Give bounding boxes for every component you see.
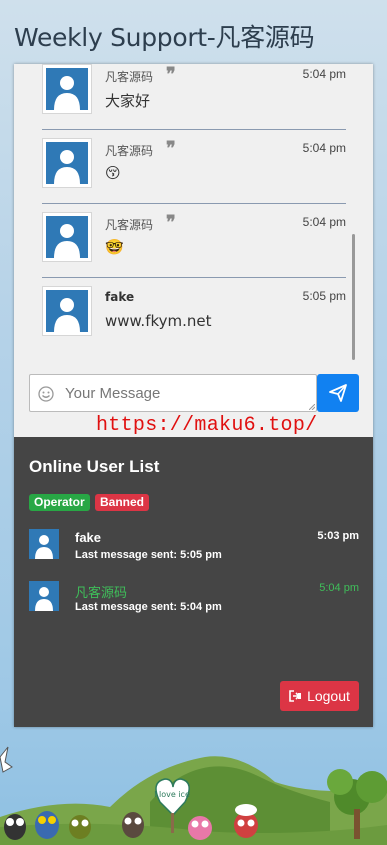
avatar (42, 138, 92, 188)
operator-badge: Operator (29, 494, 90, 511)
message-author: 凡客源码 (105, 218, 154, 232)
message-item: 凡客源码 ❞ 5:04 pm 😚 (42, 138, 346, 206)
message-item: 凡客源码 ❞ 5:04 pm 大家好 (42, 64, 346, 132)
online-user-panel: Online User List Operator Banned fake La… (14, 437, 373, 727)
online-list-title: Online User List (29, 457, 160, 476)
owl-mascot-icon (69, 815, 91, 839)
user-avatar-icon (46, 216, 88, 258)
user-avatar-icon (46, 68, 88, 110)
online-user-last-message: Last message sent: 5:04 pm (75, 601, 222, 613)
page-title: Weekly Support-凡客源码 (14, 23, 315, 52)
message-time: 5:04 pm (302, 215, 346, 229)
online-user-item[interactable]: fake Last message sent: 5:05 pm 5:03 pm (29, 529, 359, 565)
chat-panel: 凡客源码 ❞ 5:04 pm 大家好 凡客源码 ❞ 5:04 pm 😚 凡客源码… (14, 64, 373, 727)
message-text: 大家好 (105, 92, 151, 110)
message-time: 5:04 pm (302, 67, 346, 81)
send-button[interactable] (317, 374, 359, 412)
user-avatar-icon (29, 581, 59, 611)
owl-mascot-icon (35, 811, 59, 839)
owl-mascot-icon (4, 814, 26, 840)
watermark-url: https://maku6.top/ (96, 414, 318, 437)
smiley-icon[interactable] (38, 386, 54, 402)
message-item: fake 5:05 pm www.fkym.net (42, 286, 346, 354)
message-text: www.fkym.net (105, 312, 212, 330)
quote-icon[interactable]: ❞ (166, 65, 176, 83)
divider (42, 277, 346, 278)
online-user-time: 5:03 pm (317, 530, 359, 542)
owl-mascot-icon (122, 812, 144, 838)
banned-badge: Banned (95, 494, 150, 511)
avatar (42, 286, 92, 336)
online-user-name: fake (75, 530, 102, 545)
user-avatar-icon (46, 290, 88, 332)
paper-plane-icon (329, 384, 347, 402)
message-placeholder: Your Message (65, 385, 161, 402)
message-author: 凡客源码 (105, 144, 154, 158)
composer: Your Message (29, 374, 359, 412)
mascot-scene-illustration: I love ice (0, 746, 387, 845)
online-user-time: 5:04 pm (319, 582, 359, 594)
logout-button[interactable]: Logout (280, 681, 359, 711)
message-list[interactable]: 凡客源码 ❞ 5:04 pm 大家好 凡客源码 ❞ 5:04 pm 😚 凡客源码… (14, 64, 373, 362)
message-author: 凡客源码 (105, 70, 154, 84)
online-user-last-message: Last message sent: 5:05 pm (75, 549, 222, 561)
owl-mascot-icon (188, 816, 212, 840)
scrollbar[interactable] (352, 234, 355, 360)
logout-label: Logout (307, 688, 350, 704)
message-text: 🤓 (105, 238, 124, 256)
divider (42, 203, 346, 204)
quote-icon[interactable]: ❞ (166, 213, 176, 231)
avatar (42, 212, 92, 262)
user-avatar-icon (46, 142, 88, 184)
logout-icon (289, 690, 302, 702)
message-text: 😚 (105, 164, 121, 182)
online-user-item[interactable]: 凡客源码 Last message sent: 5:04 pm 5:04 pm (29, 581, 359, 617)
user-avatar-icon (29, 529, 59, 559)
message-time: 5:04 pm (302, 141, 346, 155)
owl-mascot-icon (234, 804, 258, 838)
avatar (42, 64, 92, 114)
divider (42, 129, 346, 130)
message-input[interactable]: Your Message (29, 374, 317, 412)
resize-handle-icon[interactable] (309, 404, 315, 410)
online-user-name: 凡客源码 (75, 586, 128, 601)
message-item: 凡客源码 ❞ 5:04 pm 🤓 (42, 212, 346, 280)
message-author: fake (105, 290, 135, 304)
quote-icon[interactable]: ❞ (166, 139, 176, 157)
svg-text:I love ice: I love ice (154, 790, 190, 799)
message-time: 5:05 pm (302, 289, 346, 303)
